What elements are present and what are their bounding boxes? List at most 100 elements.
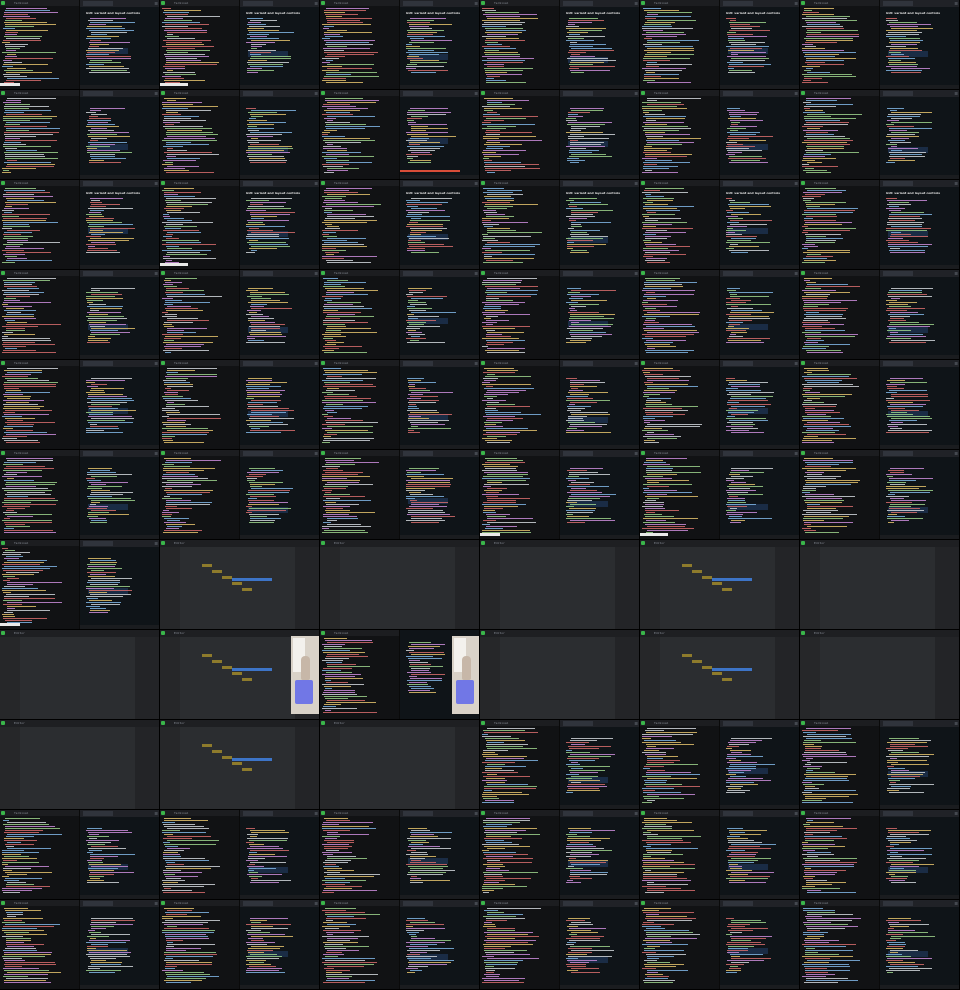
browser-pane[interactable]: ☰ xyxy=(560,360,639,449)
traffic-light-icon[interactable] xyxy=(1,541,5,545)
terminal-pane[interactable]: Terminal xyxy=(0,540,79,629)
traffic-light-icon[interactable] xyxy=(641,181,645,185)
browser-pane[interactable]: ☰ GUI: variant and layout controls xyxy=(240,0,319,89)
browser-tab[interactable] xyxy=(243,901,273,906)
browser-pane[interactable]: ☰ xyxy=(400,270,479,359)
terminal-pane[interactable]: Terminal xyxy=(800,360,879,449)
menu-icon[interactable]: ☰ xyxy=(314,271,318,276)
traffic-light-icon[interactable] xyxy=(1,271,5,275)
browser-pane[interactable]: ☰ GUI: variant and layout controls xyxy=(560,0,639,89)
browser-pane[interactable]: ☰ xyxy=(720,90,799,179)
terminal-pane[interactable]: Terminal xyxy=(160,90,239,179)
browser-pane[interactable]: ☰ xyxy=(400,810,479,899)
menu-icon[interactable]: ☰ xyxy=(634,91,638,96)
browser-pane[interactable]: ☰ xyxy=(80,90,159,179)
menu-icon[interactable]: ☰ xyxy=(794,901,798,906)
browser-pane[interactable]: ☰ xyxy=(880,450,959,539)
browser-tab[interactable] xyxy=(83,541,113,546)
menu-icon[interactable]: ☰ xyxy=(314,451,318,456)
editor-toolbar[interactable]: Editor xyxy=(160,540,319,547)
browser-tab[interactable] xyxy=(403,811,433,816)
browser-tab[interactable] xyxy=(723,181,753,186)
terminal-pane[interactable]: Terminal xyxy=(0,900,79,989)
menu-icon[interactable]: ☰ xyxy=(154,1,158,6)
browser-tab[interactable] xyxy=(723,361,753,366)
traffic-light-icon[interactable] xyxy=(321,901,325,905)
editor-toolbar[interactable]: Editor xyxy=(0,630,159,637)
menu-icon[interactable]: ☰ xyxy=(314,91,318,96)
browser-tab[interactable] xyxy=(563,181,593,186)
menu-icon[interactable]: ☰ xyxy=(954,451,958,456)
traffic-light-icon[interactable] xyxy=(641,361,645,365)
menu-icon[interactable]: ☰ xyxy=(794,361,798,366)
browser-tab[interactable] xyxy=(403,361,433,366)
browser-pane[interactable]: ☰ xyxy=(560,720,639,809)
menu-icon[interactable]: ☰ xyxy=(474,451,478,456)
code-editor[interactable] xyxy=(342,548,453,629)
side-panel[interactable] xyxy=(135,637,159,719)
terminal-pane[interactable]: Terminal xyxy=(640,90,719,179)
menu-icon[interactable]: ☰ xyxy=(154,811,158,816)
code-editor[interactable] xyxy=(502,548,613,629)
terminal-pane[interactable]: Terminal xyxy=(0,180,79,269)
menu-icon[interactable]: ☰ xyxy=(154,901,158,906)
menu-icon[interactable]: ☰ xyxy=(794,721,798,726)
menu-icon[interactable]: ☰ xyxy=(634,721,638,726)
side-panel[interactable] xyxy=(615,637,639,719)
side-panel[interactable] xyxy=(935,547,959,629)
traffic-light-icon[interactable] xyxy=(321,1,325,5)
code-editor[interactable] xyxy=(822,548,933,629)
browser-pane[interactable]: ☰ xyxy=(560,90,639,179)
browser-tab[interactable] xyxy=(883,1,913,6)
side-panel[interactable] xyxy=(615,547,639,629)
terminal-pane[interactable]: Terminal xyxy=(800,270,879,359)
traffic-light-icon[interactable] xyxy=(321,721,325,725)
browser-pane[interactable]: ☰ GUI: variant and layout controls xyxy=(80,180,159,269)
terminal-pane[interactable]: Terminal xyxy=(160,450,239,539)
browser-pane[interactable]: ☰ xyxy=(720,720,799,809)
browser-pane[interactable]: ☰ xyxy=(80,900,159,989)
menu-icon[interactable]: ☰ xyxy=(794,1,798,6)
menu-icon[interactable]: ☰ xyxy=(634,181,638,186)
terminal-pane[interactable]: Terminal xyxy=(480,360,559,449)
menu-icon[interactable]: ☰ xyxy=(954,91,958,96)
browser-pane[interactable]: ☰ xyxy=(240,360,319,449)
terminal-pane[interactable]: Terminal xyxy=(160,810,239,899)
browser-pane[interactable]: ☰ xyxy=(720,900,799,989)
menu-icon[interactable]: ☰ xyxy=(474,901,478,906)
terminal-pane[interactable]: Terminal xyxy=(480,180,559,269)
browser-tab[interactable] xyxy=(563,451,593,456)
terminal-pane[interactable]: Terminal xyxy=(0,0,79,89)
traffic-light-icon[interactable] xyxy=(801,181,805,185)
browser-pane[interactable]: ☰ xyxy=(80,540,159,629)
side-panel[interactable] xyxy=(295,727,319,809)
menu-icon[interactable]: ☰ xyxy=(474,811,478,816)
browser-tab[interactable] xyxy=(883,811,913,816)
traffic-light-icon[interactable] xyxy=(321,451,325,455)
browser-pane[interactable]: ☰ GUI: variant and layout controls xyxy=(80,0,159,89)
traffic-light-icon[interactable] xyxy=(161,541,165,545)
traffic-light-icon[interactable] xyxy=(321,271,325,275)
traffic-light-icon[interactable] xyxy=(641,721,645,725)
browser-pane[interactable]: ☰ GUI: variant and layout controls xyxy=(560,180,639,269)
terminal-pane[interactable]: Terminal xyxy=(800,90,879,179)
traffic-light-icon[interactable] xyxy=(481,361,485,365)
browser-tab[interactable] xyxy=(723,1,753,6)
browser-tab[interactable] xyxy=(563,271,593,276)
terminal-pane[interactable]: Terminal xyxy=(480,900,559,989)
terminal-pane[interactable]: Terminal xyxy=(160,0,239,89)
traffic-light-icon[interactable] xyxy=(801,541,805,545)
side-panel[interactable] xyxy=(455,547,479,629)
side-panel[interactable] xyxy=(935,637,959,719)
browser-pane[interactable]: ☰ xyxy=(880,810,959,899)
browser-pane[interactable]: ☰ xyxy=(240,810,319,899)
browser-tab[interactable] xyxy=(403,901,433,906)
traffic-light-icon[interactable] xyxy=(801,1,805,5)
editor-toolbar[interactable]: Editor xyxy=(160,720,319,727)
menu-icon[interactable]: ☰ xyxy=(794,811,798,816)
traffic-light-icon[interactable] xyxy=(801,811,805,815)
traffic-light-icon[interactable] xyxy=(321,181,325,185)
browser-tab[interactable] xyxy=(723,901,753,906)
terminal-pane[interactable]: Terminal xyxy=(800,0,879,89)
traffic-light-icon[interactable] xyxy=(321,361,325,365)
